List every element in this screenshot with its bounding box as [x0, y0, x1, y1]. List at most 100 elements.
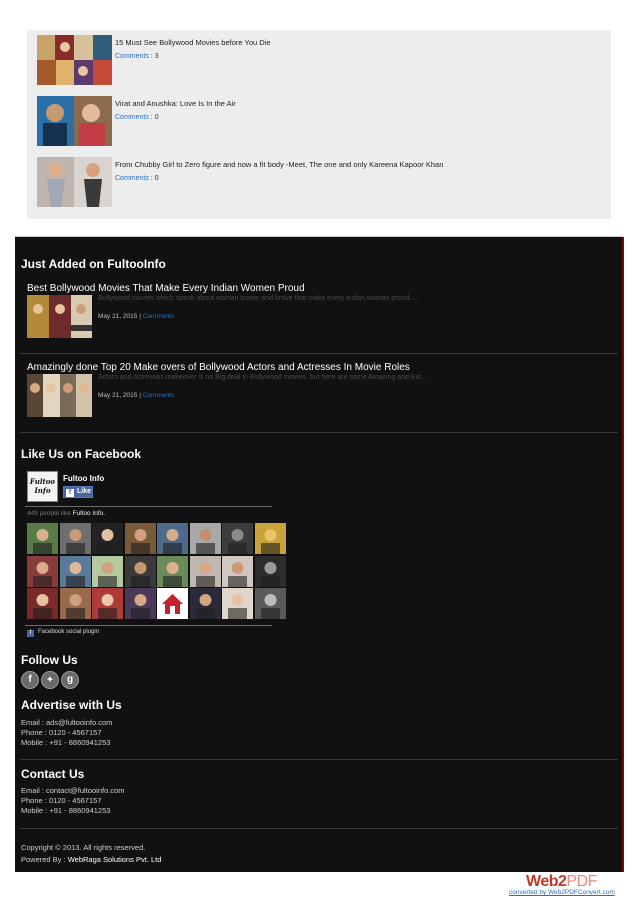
copyright-text: Copyright © 2013. All rights reserved. [21, 843, 146, 852]
article-thumbnail[interactable] [27, 374, 92, 417]
site-footer: Just Added on FultooInfo Best Bollywood … [15, 237, 623, 872]
fan-avatar[interactable] [222, 523, 253, 554]
contact-heading: Contact Us [21, 767, 85, 781]
divider [20, 828, 618, 829]
post-thumbnail[interactable] [37, 157, 112, 207]
comments-count: 3 [154, 53, 159, 60]
post-comments: Comments : 3 [115, 53, 159, 60]
like-label: Like [77, 488, 92, 495]
article-title[interactable]: Amazingly done Top 20 Make overs of Boll… [27, 362, 410, 373]
divider [25, 625, 272, 626]
twitter-icon[interactable]: ✦ [41, 671, 59, 689]
article-excerpt: Bollywood movies which speak about woman… [98, 295, 418, 302]
meta-separator: | [139, 392, 141, 399]
logo-text: Fultoo [29, 477, 56, 486]
post-title[interactable]: From Chubby Girl to Zero figure and now … [115, 160, 443, 169]
divider [20, 432, 618, 433]
comments-separator: : [150, 114, 153, 121]
fan-avatar[interactable] [124, 588, 156, 619]
fan-avatar[interactable] [189, 555, 221, 587]
powered-by-link[interactable]: WebRaga Solutions Pvt. Ltd [68, 855, 162, 864]
related-post[interactable]: Virat and Anushka: Love Is In the Air Co… [37, 96, 607, 146]
comments-link[interactable]: Comments [143, 392, 174, 399]
related-post[interactable]: 15 Must See Bollywood Movies before You … [37, 35, 607, 85]
related-post[interactable]: From Chubby Girl to Zero figure and now … [37, 157, 607, 207]
advertise-info: Email : ads@fultooinfo.com Phone : 0120 … [21, 718, 112, 748]
fan-avatar[interactable] [27, 523, 58, 554]
contact-mobile: Mobile : +91 - 8860941253 [21, 806, 111, 815]
advertise-phone: Phone : 0120 - 4567157 [21, 728, 102, 737]
fan-avatar[interactable] [59, 523, 91, 554]
fan-avatar[interactable] [157, 588, 188, 619]
post-title[interactable]: 15 Must See Bollywood Movies before You … [115, 38, 271, 47]
article-meta: May 21, 2015 | Comments [98, 392, 174, 399]
fan-avatar[interactable] [222, 555, 253, 587]
facebook-like-button[interactable]: f Like [63, 486, 93, 498]
just-added-heading: Just Added on FultooInfo [21, 257, 166, 271]
facebook-icon: f [27, 630, 34, 637]
fan-avatar[interactable] [59, 588, 91, 619]
fan-avatar[interactable] [27, 555, 58, 587]
comments-count: 0 [154, 175, 159, 182]
article-excerpt: Actors and Actresses makeover is no Big … [98, 374, 427, 381]
contact-phone: Phone : 0120 - 4567157 [21, 796, 102, 805]
article-thumbnail[interactable] [27, 295, 92, 338]
divider [25, 506, 272, 507]
fan-avatar[interactable] [254, 523, 286, 554]
article-date: May 21, 2015 [98, 392, 138, 399]
comments-separator: : [150, 53, 153, 60]
comments-link[interactable]: Comments [115, 53, 149, 60]
article-meta: May 21, 2015 | Comments [98, 313, 174, 320]
footer-edge [622, 237, 624, 872]
fan-avatar[interactable] [124, 555, 156, 587]
divider [20, 759, 618, 760]
divider [20, 353, 618, 354]
fan-avatar[interactable] [157, 523, 188, 554]
google-plus-icon[interactable]: g [61, 671, 79, 689]
follow-heading: Follow Us [21, 653, 78, 667]
meta-separator: | [139, 313, 141, 320]
post-title[interactable]: Virat and Anushka: Love Is In the Air [115, 99, 236, 108]
fan-avatar[interactable] [222, 588, 253, 619]
comments-link[interactable]: Comments [143, 313, 174, 320]
fan-avatar[interactable] [92, 588, 123, 619]
facebook-plugin-credit[interactable]: f Facebook social plugin [27, 629, 99, 637]
comments-count: 0 [154, 114, 159, 121]
powered-by: Powered By : WebRaga Solutions Pvt. Ltd [21, 854, 161, 866]
fan-avatar[interactable] [189, 588, 221, 619]
post-thumbnail[interactable] [37, 35, 112, 85]
fan-avatar[interactable] [92, 523, 123, 554]
comments-link[interactable]: Comments [115, 175, 149, 182]
fan-avatar[interactable] [27, 588, 58, 619]
likes-count: 449 people like Fultoo Info. [27, 510, 105, 517]
plugin-label: Facebook social plugin [38, 629, 100, 635]
fan-avatar[interactable] [254, 555, 286, 587]
article-title[interactable]: Best Bollywood Movies That Make Every In… [27, 283, 305, 294]
likes-page-name[interactable]: Fultoo Info. [73, 510, 106, 517]
fan-avatar[interactable] [59, 555, 91, 587]
web2pdf-link[interactable]: converted by Web2PDFConvert.com [509, 889, 615, 896]
fan-avatar[interactable] [157, 555, 188, 587]
web2pdf-stamp[interactable]: Web2PDF converted by Web2PDFConvert.com [507, 872, 617, 900]
likes-count-text: 449 people like [27, 510, 71, 517]
facebook-page-name[interactable]: Fultoo Info [63, 474, 104, 483]
comments-link[interactable]: Comments [115, 114, 149, 121]
comments-separator: : [150, 175, 153, 182]
advertise-heading: Advertise with Us [21, 698, 122, 712]
copyright-block: Copyright © 2013. All rights reserved. P… [21, 842, 161, 866]
fan-avatar[interactable] [189, 523, 221, 554]
post-comments: Comments : 0 [115, 175, 159, 182]
facebook-icon[interactable]: f [21, 671, 39, 689]
logo-pdf: PDF [566, 873, 597, 890]
fan-avatar[interactable] [92, 555, 123, 587]
facebook-icon: f [66, 489, 74, 497]
post-thumbnail[interactable] [37, 96, 112, 146]
post-comments: Comments : 0 [115, 114, 159, 121]
facebook-heading: Like Us on Facebook [21, 447, 142, 461]
logo-web: Web2 [526, 873, 567, 890]
fan-avatar[interactable] [124, 523, 156, 554]
fan-avatar[interactable] [254, 588, 286, 619]
fultoo-info-logo[interactable]: Fultoo Info [27, 471, 58, 502]
contact-info: Email : contact@fultooinfo.com Phone : 0… [21, 786, 125, 816]
advertise-email: Email : ads@fultooinfo.com [21, 718, 113, 727]
